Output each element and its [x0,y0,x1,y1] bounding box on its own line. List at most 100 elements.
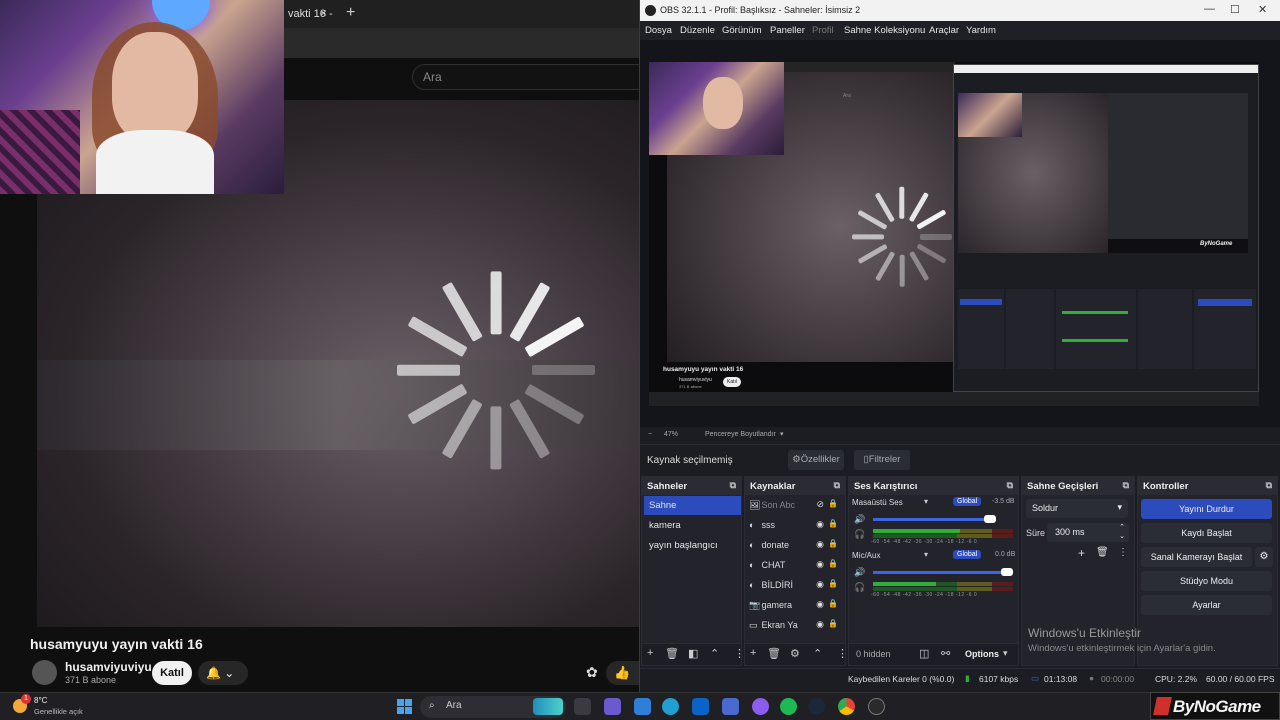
add-transition-icon[interactable]: + [1078,546,1085,560]
move-up-icon[interactable]: ⌃ [710,647,719,660]
options-button[interactable]: Options [965,649,999,659]
widgets-icon[interactable] [604,698,621,715]
menu-profile[interactable]: Profil [812,25,834,36]
join-button[interactable]: Katıl [152,661,192,685]
lock-icon[interactable]: 🔒 [828,619,838,628]
obs-taskbar-icon[interactable] [868,698,885,715]
channel-dropdown-icon[interactable]: ▾ [924,550,928,559]
weather-description[interactable]: Genellikle açık [34,707,83,716]
menu-file[interactable]: Dosya [645,25,672,36]
remove-scene-icon[interactable]: 🗑 [665,647,679,660]
scene-item-kamera[interactable]: kamera [644,516,741,535]
speaker-icon[interactable]: 🔊 [854,567,865,578]
menu-view[interactable]: Görünüm [722,25,762,36]
outlook-icon[interactable] [722,698,739,715]
eye-icon[interactable]: ◉ [816,579,824,590]
zoom-out-button[interactable]: − [648,431,652,438]
messenger-icon[interactable] [752,698,769,715]
source-item[interactable]: ◐ BİLDİRİ ◉ 🔒 [747,576,838,595]
undock-icon[interactable]: ⧉ [1007,480,1013,491]
remove-transition-icon[interactable]: 🗑 [1096,547,1109,558]
edge-icon[interactable] [662,698,679,715]
menu-tools[interactable]: Araçlar [929,25,959,36]
lock-icon[interactable]: 🔒 [828,579,838,588]
mixer-link-icon[interactable]: ⚯ [941,647,950,660]
chrome-icon[interactable] [838,698,855,715]
eye-icon[interactable]: ◉ [816,539,824,550]
lock-icon[interactable]: 🔒 [828,539,838,548]
settings-button[interactable]: Ayarlar [1141,595,1272,615]
channel-dropdown-icon[interactable]: ▾ [924,497,928,506]
start-recording-button[interactable]: Kaydı Başlat [1141,523,1272,543]
menu-scene-collection[interactable]: Sahne Koleksiyonu [844,25,925,36]
scene-item-yayin-baslangici[interactable]: yayın başlangıcı [644,536,741,555]
channel-name[interactable]: husamviyuviyu [65,660,152,674]
undock-icon[interactable]: ⧉ [1123,480,1129,491]
studio-mode-button[interactable]: Stüdyo Modu [1141,571,1272,591]
close-tab-icon[interactable]: × [320,6,327,20]
browser-tab[interactable]: vakti 16 - [284,4,342,26]
lock-icon[interactable]: 🔒 [828,559,838,568]
lock-icon[interactable]: 🔒 [828,599,838,608]
source-item[interactable]: ◐ donate ◉ 🔒 [747,536,838,555]
options-dropdown-icon[interactable]: ▾ [1003,648,1008,659]
source-item[interactable]: 🖼 Son Abc ⊘ 🔒 [747,496,838,515]
eye-icon[interactable]: ◉ [816,519,824,530]
start-virtual-camera-button[interactable]: Sanal Kamerayı Başlat [1141,547,1252,567]
task-view-icon[interactable] [574,698,591,715]
filters-button[interactable]: ▯Filtreler [854,450,910,470]
search-input[interactable]: Ara [412,64,640,90]
notification-bell-button[interactable]: 🔔 ⌄ [198,661,248,685]
eye-icon[interactable]: ◉ [816,559,824,570]
close-icon[interactable]: ✕ [1258,3,1267,16]
properties-button[interactable]: ⚙Özellikler [788,450,844,470]
eye-icon[interactable]: ◉ [816,599,824,610]
source-item[interactable]: ◐ CHAT ◉ 🔒 [747,556,838,575]
weather-temperature[interactable]: 8°C [34,696,47,705]
preview-canvas[interactable]: Ara husamyuyu yayın vakti 16 husamviyuvi… [649,62,1259,406]
remove-source-icon[interactable]: 🗑 [767,647,781,660]
lock-icon[interactable]: 🔒 [828,519,838,528]
lock-icon[interactable]: 🔒 [828,499,838,508]
like-button[interactable]: 👍 [606,661,640,685]
headphones-icon[interactable]: 🎧 [854,582,865,593]
steam-icon[interactable] [808,698,825,715]
windows-start-icon[interactable] [397,699,412,714]
add-scene-icon[interactable]: + [647,647,653,659]
virtual-camera-settings-icon[interactable]: ⚙ [1255,547,1273,567]
spin-up-icon[interactable]: ⌃ [1119,523,1125,531]
undock-icon[interactable]: ⧉ [1266,480,1272,491]
speaker-icon[interactable]: 🔊 [854,514,865,525]
eye-off-icon[interactable]: ⊘ [816,499,824,510]
menu-docks[interactable]: Paneller [770,25,805,36]
source-item[interactable]: ▭ Ekran Ya ◉ 🔒 [747,616,838,635]
gear-badge-icon[interactable]: ✿ [586,664,598,681]
file-explorer-icon[interactable] [634,698,651,715]
store-icon[interactable] [692,698,709,715]
more-options-icon[interactable]: ⋮ [837,647,848,660]
source-item[interactable]: ◐ sss ◉ 🔒 [747,516,838,535]
new-tab-button[interactable]: + [346,4,355,22]
undock-icon[interactable]: ⧉ [834,480,840,491]
volume-slider[interactable] [873,571,1013,574]
resize-to-window-button[interactable]: Pencereye Boyutlandır [705,431,776,438]
maximize-icon[interactable]: ☐ [1230,3,1240,16]
scene-item-sahne[interactable]: Sahne [644,496,741,515]
duration-spinbox[interactable]: 300 ms ⌃ ⌄ [1047,523,1129,542]
zoom-dropdown-icon[interactable]: ▾ [780,430,784,438]
mixer-layout-icon[interactable]: ◫ [919,647,929,660]
stop-streaming-button[interactable]: Yayını Durdur [1141,499,1272,519]
source-item[interactable]: 📷 gamera ◉ 🔒 [747,596,838,615]
volume-slider[interactable] [873,518,996,521]
scene-filters-icon[interactable]: ◧ [688,647,698,660]
eye-icon[interactable]: ◉ [816,619,824,630]
source-settings-icon[interactable]: ⚙ [790,647,800,660]
spin-down-icon[interactable]: ⌄ [1119,532,1125,540]
channel-avatar[interactable] [32,660,57,685]
minimize-icon[interactable]: — [1204,3,1215,15]
volume-knob[interactable] [984,515,996,523]
menu-edit[interactable]: Düzenle [680,25,715,36]
spotify-icon[interactable] [780,698,797,715]
add-source-icon[interactable]: + [750,647,756,659]
move-up-icon[interactable]: ⌃ [813,647,822,660]
